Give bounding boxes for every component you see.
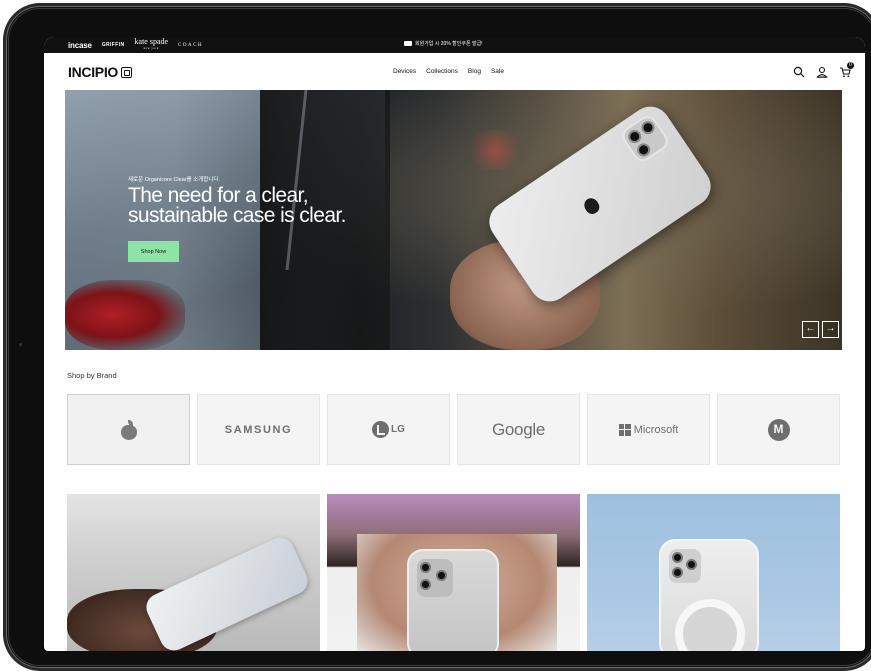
- brand-tile-microsoft[interactable]: Microsoft: [587, 394, 710, 465]
- lg-logo: LG: [372, 421, 405, 438]
- hero-image-flower: [465, 130, 525, 170]
- brand-link-griffin[interactable]: GRIFFIN: [102, 42, 125, 48]
- product-phone-image: [407, 549, 499, 651]
- phone-camera: [417, 559, 453, 597]
- truck-icon: [404, 41, 412, 46]
- camera-lens: [672, 567, 683, 578]
- cart-count-badge: 0: [847, 62, 854, 69]
- lg-text: LG: [391, 424, 405, 435]
- shop-by-brand-title: Shop by Brand: [67, 371, 117, 380]
- microsoft-logo: Microsoft: [618, 423, 679, 436]
- nav-collections[interactable]: Collections: [426, 68, 458, 75]
- promo-banner[interactable]: 회원가입 시 20% 할인쿠폰 발급!: [404, 40, 483, 47]
- hero-title: The need for a clear, sustainable case i…: [128, 185, 346, 227]
- microsoft-text: Microsoft: [633, 423, 679, 436]
- browser-screen: incase GRIFFIN kate spade new york COACH…: [44, 37, 865, 651]
- camera-lens: [634, 140, 653, 159]
- account-icon[interactable]: [816, 65, 828, 78]
- prev-slide-button[interactable]: ←: [802, 321, 819, 338]
- hero-image-rose: [65, 280, 185, 350]
- header-icons: 0: [793, 62, 854, 78]
- product-tile-2[interactable]: [327, 494, 580, 651]
- shop-now-button[interactable]: Shop Now: [128, 241, 179, 262]
- brand-link-coach[interactable]: COACH: [178, 43, 203, 48]
- brand-tile-google[interactable]: Google: [457, 394, 580, 465]
- product-tile-3[interactable]: [587, 494, 840, 651]
- product-phone-image: [659, 539, 759, 651]
- product-phone-image: [141, 533, 313, 651]
- hero-banner: 새로운 Organicore Clear를 소개합니다. The need fo…: [65, 90, 842, 350]
- camera-lens: [672, 552, 683, 563]
- brand-logos: incase GRIFFIN kate spade new york COACH: [44, 38, 203, 51]
- hero-title-line2: sustainable case is clear.: [128, 204, 346, 227]
- nav-sale[interactable]: Sale: [491, 68, 504, 75]
- camera-lens: [420, 562, 431, 573]
- cart-icon[interactable]: 0: [839, 62, 854, 78]
- hero-arrows: ← →: [802, 321, 839, 338]
- camera-lens: [436, 570, 447, 581]
- samsung-logo: SAMSUNG: [224, 423, 293, 436]
- apple-logo-icon: [581, 195, 602, 217]
- nav-blog[interactable]: Blog: [468, 68, 481, 75]
- promo-text: 회원가입 시 20% 할인쿠폰 발급!: [415, 41, 483, 47]
- site-header: INCIPIO Devices Collections Blog Sale 0: [44, 53, 865, 90]
- lg-icon: [372, 421, 390, 438]
- motorola-icon: [767, 418, 790, 441]
- camera-lens: [420, 579, 431, 590]
- brand-tile-samsung[interactable]: SAMSUNG: [197, 394, 320, 465]
- tablet-frame: incase GRIFFIN kate spade new york COACH…: [6, 6, 871, 668]
- next-slide-button[interactable]: →: [822, 321, 839, 338]
- magsafe-ring: [675, 599, 745, 651]
- brand-tile-motorola[interactable]: [717, 394, 840, 465]
- apple-icon: [120, 419, 138, 440]
- hero-eyebrow: 새로운 Organicore Clear를 소개합니다.: [128, 177, 221, 183]
- tablet-camera: [19, 343, 22, 346]
- camera-lens: [686, 559, 697, 570]
- hero-text: 새로운 Organicore Clear를 소개합니다. The need fo…: [128, 175, 346, 226]
- brand-tiles: SAMSUNG LG Google Microsoft: [67, 394, 840, 465]
- camera-lens: [638, 118, 658, 137]
- phone-camera: [669, 549, 701, 583]
- brand-tile-lg[interactable]: LG: [327, 394, 450, 465]
- phone-camera: [618, 112, 672, 165]
- logo-text: INCIPIO: [68, 64, 119, 80]
- microsoft-icon: [618, 423, 631, 436]
- brand-link-kate-spade[interactable]: kate spade new york: [135, 38, 169, 51]
- incipio-logo[interactable]: INCIPIO: [68, 64, 133, 80]
- main-nav: Devices Collections Blog Sale: [393, 68, 504, 75]
- product-tile-1[interactable]: [67, 494, 320, 651]
- nav-devices[interactable]: Devices: [393, 68, 416, 75]
- product-tiles: [67, 494, 840, 651]
- brand-bar: incase GRIFFIN kate spade new york COACH…: [44, 37, 865, 53]
- search-icon[interactable]: [793, 65, 805, 78]
- brand-link-incase[interactable]: incase: [68, 41, 92, 50]
- brand-tile-apple[interactable]: [67, 394, 190, 465]
- logo-mark-icon: [121, 66, 133, 78]
- google-logo: Google: [491, 419, 546, 439]
